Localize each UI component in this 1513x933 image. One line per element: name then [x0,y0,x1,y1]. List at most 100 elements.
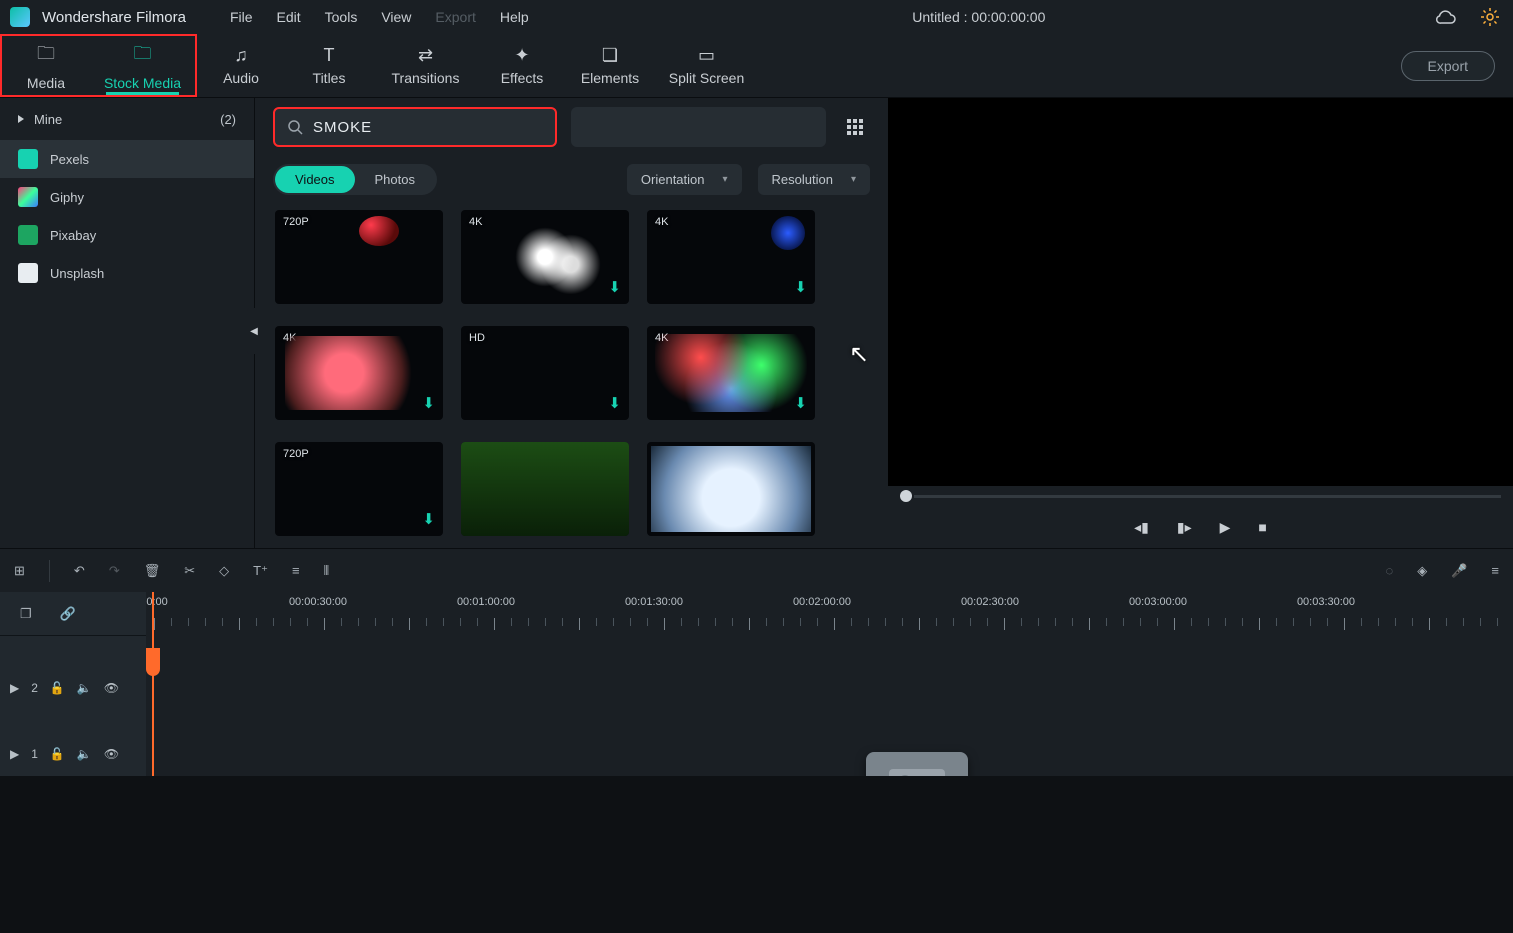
search-box[interactable] [273,107,557,147]
shapes-icon: ❏ [602,45,618,66]
tag-icon[interactable]: ◇ [219,563,229,579]
marker-add-icon[interactable]: ◈ [1417,563,1427,579]
unsplash-icon [18,263,38,283]
sidebar-mine[interactable]: Mine (2) [0,98,254,140]
result-thumb[interactable]: 4K⬇ [461,210,629,304]
grid-view-icon[interactable] [840,112,870,142]
undo-button[interactable]: ↶ [74,563,85,579]
search-input[interactable] [313,119,543,136]
filter-videos[interactable]: Videos [275,166,355,193]
play-button[interactable]: ▶ [1220,519,1231,536]
mute-icon[interactable]: 🔈 [77,747,92,761]
search-extension [571,107,827,147]
pixabay-icon [18,225,38,245]
collapse-sidebar-handle[interactable]: ◀ [247,308,261,354]
download-icon[interactable]: ⬇ [794,394,807,412]
download-icon[interactable]: ⬇ [608,510,621,528]
cloud-icon[interactable] [1433,4,1459,30]
mouse-cursor-icon: ↖ [849,340,869,369]
result-thumb[interactable]: 4K⬇ [647,210,815,304]
source-pixabay[interactable]: Pixabay [0,216,254,254]
stock-folder-icon: 🗀 [134,41,152,71]
adjust-icon[interactable]: ≡ [292,563,300,578]
highlighted-media-tabs: 🗀 Media 🗀 Stock Media [0,34,197,97]
orientation-dropdown[interactable]: Orientation ▾ [627,164,742,195]
filter-photos[interactable]: Photos [355,166,435,193]
visibility-icon[interactable]: 👁 [104,681,119,695]
search-icon [287,119,303,135]
tab-audio[interactable]: ♫Audio [197,45,285,86]
track-header-1[interactable]: ▶1 🔓 🔈 👁 [0,732,146,776]
track-header-2[interactable]: ▶2 🔓 🔈 👁 [0,666,146,710]
tab-effects[interactable]: ✦Effects [478,45,566,86]
time-ruler[interactable]: 00:00 00:00:30:00 00:01:00:00 00:01:30:0… [146,592,1513,636]
settings-gear-icon[interactable] [1477,4,1503,30]
source-pexels[interactable]: Pexels [0,140,254,178]
download-icon[interactable]: ⬇ [422,510,435,528]
stock-browser: ◀ Videos Photos Orientation ▾ [254,98,888,548]
tab-titles[interactable]: TTitles [285,45,373,86]
layout-icon[interactable]: ⊞ [14,563,25,579]
link-tracks-icon[interactable]: 🔗 [60,606,76,622]
playhead[interactable] [152,592,154,776]
stop-button[interactable]: ■ [1258,519,1266,535]
prev-frame-button[interactable]: ◂▮ [1134,519,1149,536]
chevron-down-icon: ▾ [851,174,856,185]
result-thumb[interactable]: 4K⬇ [461,442,629,536]
voiceover-mic-icon[interactable]: 🎤 [1451,563,1467,579]
result-thumb[interactable]: 4K⬇ [275,326,443,420]
app-logo-icon [10,7,30,27]
lock-icon[interactable]: 🔓 [50,681,65,695]
menu-edit[interactable]: Edit [267,5,311,29]
next-frame-button[interactable]: ▮▸ [1177,519,1192,536]
redo-button[interactable]: ↷ [109,563,120,579]
result-thumb[interactable]: 4K⬇ [647,326,815,420]
playhead-knob-icon[interactable] [146,648,160,676]
preview-canvas[interactable] [888,98,1513,486]
folder-icon: 🗀 [37,41,55,71]
source-unsplash[interactable]: Unsplash [0,254,254,292]
preview-controls: ◂▮ ▮▸ ▶ ■ [888,506,1513,548]
add-text-icon[interactable]: T⁺ [253,563,268,579]
video-track-icon: ▶ [10,681,19,695]
visibility-icon[interactable]: 👁 [104,747,119,761]
result-thumb[interactable]: 720P⬇ [275,442,443,536]
result-thumb[interactable]: 960x540⬇ [647,442,815,536]
mute-icon[interactable]: 🔈 [77,681,92,695]
download-icon[interactable]: ⬇ [608,394,621,412]
menu-help[interactable]: Help [490,5,539,29]
track-headers: ❐ 🔗 ▶2 🔓 🔈 👁 ▶1 🔓 🔈 👁 [0,592,146,776]
markers-icon[interactable]: ⦀ [324,563,330,579]
tab-elements[interactable]: ❏Elements [566,45,654,86]
result-thumb[interactable]: HD⬇ [461,326,629,420]
preview-scrubber[interactable] [888,486,1513,506]
result-thumb[interactable]: 720P [275,210,443,304]
tracks-area[interactable]: 00:00 00:00:30:00 00:01:00:00 00:01:30:0… [146,592,1513,776]
copy-tracks-icon[interactable]: ❐ [20,606,32,622]
menu-view[interactable]: View [371,5,421,29]
results-grid: 720P 4K⬇ 4K⬇ 4K⬇ HD⬇ 4K⬇ 720P⬇ 4K⬇ 960x5… [273,202,870,544]
timeline-toolbar: ⊞ ↶ ↷ 🗑 ✂ ◇ T⁺ ≡ ⦀ ◌ ◈ 🎤 ≡ [0,548,1513,592]
source-giphy[interactable]: Giphy [0,178,254,216]
delete-button[interactable]: 🗑 [144,563,161,579]
tab-split-screen[interactable]: ▭Split Screen [654,45,759,86]
mixer-icon[interactable]: ≡ [1491,563,1499,578]
menu-file[interactable]: File [220,5,263,29]
export-button[interactable]: Export [1401,51,1495,81]
scrubber-handle-icon[interactable] [900,490,912,502]
music-note-icon: ♫ [234,45,248,66]
tab-media[interactable]: 🗀 Media [2,36,90,95]
download-icon[interactable]: ⬇ [422,394,435,412]
lock-icon[interactable]: 🔓 [50,747,65,761]
download-icon[interactable]: ⬇ [794,278,807,296]
menu-tools[interactable]: Tools [315,5,368,29]
cut-button[interactable]: ✂ [184,563,195,579]
tab-transitions[interactable]: ⇄Transitions [373,45,478,86]
render-icon[interactable]: ◌ [1385,563,1393,578]
resolution-dropdown[interactable]: Resolution ▾ [758,164,870,195]
app-brand: Wondershare Filmora [42,9,186,26]
download-icon[interactable]: ⬇ [608,278,621,296]
image-placeholder-icon [889,769,945,776]
download-icon[interactable]: ⬇ [794,510,807,528]
tab-stock-media[interactable]: 🗀 Stock Media [90,36,195,95]
